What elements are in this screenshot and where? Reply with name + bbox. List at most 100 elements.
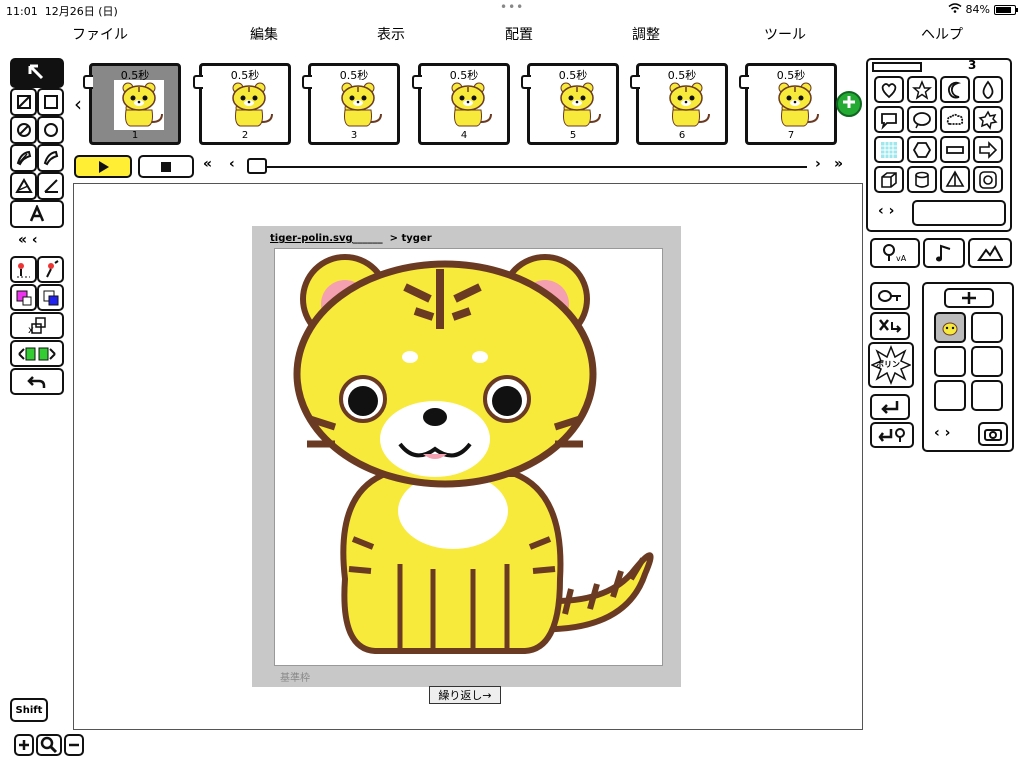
shape-bar[interactable] xyxy=(940,136,970,163)
frame-4[interactable]: 0.5秒 4 xyxy=(412,63,510,145)
shape-star[interactable] xyxy=(907,76,937,103)
menu-arrange[interactable]: 配置 xyxy=(505,24,533,44)
rect-fill-tool[interactable] xyxy=(10,88,37,116)
menu-bar: ファイル 編集 表示 配置 調整 ツール ヘルプ xyxy=(0,22,1024,46)
layer-slot-5[interactable] xyxy=(934,380,966,411)
enter-button[interactable] xyxy=(870,394,910,420)
menu-file[interactable]: ファイル xyxy=(72,24,128,44)
shape-drop[interactable] xyxy=(973,76,1003,103)
red-pin-arrow-icon xyxy=(41,259,61,280)
polygon-fill-tool[interactable] xyxy=(10,172,37,200)
layer-slot-4[interactable] xyxy=(971,346,1003,377)
freeform-fill-tool[interactable] xyxy=(10,144,37,172)
delete-shape-tool[interactable]: x xyxy=(10,312,64,339)
timeline-step-forward[interactable]: › xyxy=(815,156,821,172)
repeat-button[interactable]: 繰り返し→ xyxy=(429,686,501,704)
shape-cylinder[interactable] xyxy=(907,166,937,193)
sticker-label: ポリン xyxy=(876,360,900,369)
timeline-step-back[interactable]: ‹ xyxy=(229,156,235,172)
frame-1[interactable]: 0.5秒 1 xyxy=(83,63,181,145)
shape-arrow-right[interactable] xyxy=(973,136,1003,163)
timeline-fast-forward[interactable]: » xyxy=(834,156,843,172)
camera-button[interactable] xyxy=(978,422,1008,446)
shape-pyramid[interactable] xyxy=(940,166,970,193)
chevron-left-icon[interactable]: ‹ xyxy=(32,232,38,248)
layer-slot-2[interactable] xyxy=(971,312,1003,343)
timeline-rewind[interactable]: « xyxy=(203,156,212,172)
layer-slot-3[interactable] xyxy=(934,346,966,377)
layer-slot-6[interactable] xyxy=(971,380,1003,411)
shape-speech-bubble[interactable] xyxy=(874,106,904,133)
frame-number: 2 xyxy=(241,130,249,141)
minus-icon xyxy=(68,739,80,751)
timeline-slider-handle[interactable] xyxy=(247,158,267,174)
menu-edit[interactable]: 編集 xyxy=(250,24,278,44)
text-a-icon xyxy=(28,205,46,223)
svg-text:x: x xyxy=(28,325,34,336)
zoom-out-button[interactable] xyxy=(64,734,84,756)
zoom-fit-button[interactable] xyxy=(36,734,62,756)
document-title: tiger-polin.svg______ > tyger xyxy=(270,233,432,244)
ellipse-fill-tool[interactable] xyxy=(10,116,37,144)
shape-burst[interactable] xyxy=(973,106,1003,133)
multitask-dots[interactable]: ••• xyxy=(500,0,524,14)
double-chevron-left-icon[interactable]: « xyxy=(18,232,27,248)
tiger-artwork[interactable] xyxy=(274,248,663,666)
add-layer-button[interactable] xyxy=(944,288,994,308)
panel-tab-left[interactable] xyxy=(872,62,922,72)
select-tool[interactable] xyxy=(10,58,64,88)
zoom-in-button[interactable] xyxy=(14,734,34,756)
frame-5[interactable]: 0.5秒 5 xyxy=(521,63,619,145)
frames-prev[interactable]: ‹ xyxy=(74,92,82,116)
ellipse-tool[interactable] xyxy=(37,116,64,144)
menu-view[interactable]: 表示 xyxy=(377,24,405,44)
text-tool[interactable] xyxy=(10,200,64,228)
nested-circle-icon xyxy=(978,170,998,190)
undo-button[interactable] xyxy=(10,368,64,395)
cube-icon xyxy=(879,170,899,190)
play-button[interactable] xyxy=(74,155,132,178)
color-stroke-tool[interactable] xyxy=(37,284,64,311)
rect-tool[interactable] xyxy=(37,88,64,116)
stop-button[interactable] xyxy=(138,155,194,178)
shape-code-toggle[interactable]: ‹ › xyxy=(878,203,894,219)
shape-moon[interactable] xyxy=(940,76,970,103)
enter-pin-button[interactable] xyxy=(870,422,914,448)
frame-3[interactable]: 0.5秒 3 xyxy=(302,63,400,145)
frame-2[interactable]: 0.5秒 2 xyxy=(193,63,291,145)
shape-nested-circle[interactable] xyxy=(973,166,1003,193)
pin-remove-tool[interactable] xyxy=(10,256,37,283)
code-brackets-icon: ‹ › xyxy=(878,203,895,219)
layer-slot-1[interactable] xyxy=(934,312,966,343)
search-replace-button[interactable] xyxy=(870,282,910,310)
line-tool[interactable] xyxy=(37,172,64,200)
add-frame-button[interactable] xyxy=(836,91,862,117)
add-background-button[interactable] xyxy=(968,238,1012,268)
layer-code-toggle[interactable]: ‹ › xyxy=(934,425,950,441)
freeform-tool[interactable] xyxy=(37,144,64,172)
shape-cube[interactable] xyxy=(874,166,904,193)
shape-heart[interactable] xyxy=(874,76,904,103)
battery-icon xyxy=(994,4,1018,15)
polin-sticker-button[interactable]: ポリン xyxy=(868,342,914,388)
timeline-track[interactable] xyxy=(247,166,807,168)
color-fill-tool[interactable] xyxy=(10,284,37,311)
zoom-controls xyxy=(14,734,84,756)
shape-hexagon[interactable] xyxy=(907,136,937,163)
shape-search-field[interactable] xyxy=(912,200,1006,226)
shape-cloud[interactable] xyxy=(940,106,970,133)
resize-tool[interactable] xyxy=(10,340,64,367)
shift-button[interactable]: Shift xyxy=(10,698,48,722)
frame-6[interactable]: 0.5秒 6 xyxy=(630,63,728,145)
remove-item-button[interactable] xyxy=(870,312,910,340)
menu-help[interactable]: ヘルプ xyxy=(921,24,963,44)
frame-7[interactable]: 0.5秒 7 xyxy=(739,63,837,145)
menu-tools[interactable]: ツール xyxy=(764,24,806,44)
starburst-icon: ポリン xyxy=(871,345,911,385)
add-action-button[interactable]: vA xyxy=(870,238,920,268)
pin-add-tool[interactable] xyxy=(37,256,64,283)
shape-pattern-tile[interactable] xyxy=(874,136,904,163)
menu-adjust[interactable]: 調整 xyxy=(632,24,660,44)
add-sound-button[interactable] xyxy=(923,238,965,268)
shape-oval-bubble[interactable] xyxy=(907,106,937,133)
